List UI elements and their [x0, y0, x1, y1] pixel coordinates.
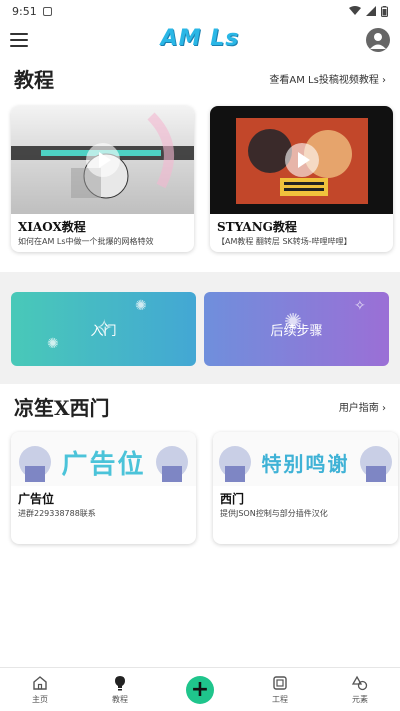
status-icons — [349, 5, 388, 17]
tutorial-card-styang[interactable]: STYANG教程 【AM教程 翻转层 SK转场-哔哩哔哩】 — [210, 106, 393, 252]
community-card-desc: 进群229338788联系 — [18, 509, 96, 518]
add-icon: + — [186, 675, 214, 704]
community-card-title: 广告位 — [18, 492, 55, 506]
user-icon — [370, 33, 386, 49]
community-card-thanks[interactable]: 特别鸣谢 西门 提供JSON控制与部分插件汉化 — [213, 432, 398, 544]
project-icon — [273, 676, 287, 690]
user-guide-link[interactable]: 用户指南 › — [339, 399, 386, 414]
community-card-ad[interactable]: 广告位 广告位 进群229338788联系 — [11, 432, 196, 544]
tutorials-video-link[interactable]: 查看AM Ls投稿视频教程 › — [269, 71, 386, 86]
nav-elements-label: 元素 — [352, 695, 368, 704]
community-title: 凉笙X西门 — [14, 395, 110, 420]
nav-tutorial-label: 教程 — [112, 695, 128, 704]
bottom-nav: 主页 教程 + 工程 元素 — [0, 667, 400, 711]
tutorials-title: 教程 — [14, 67, 54, 92]
next-steps-label: 后续步骤 — [270, 323, 323, 339]
nav-home[interactable]: 主页 — [0, 668, 80, 711]
nav-elements[interactable]: 元素 — [320, 668, 400, 711]
getting-started-button[interactable]: ✺ ✺ ✧ 入门 — [11, 292, 196, 366]
tutorials-header: 教程 查看AM Ls投稿视频教程 › — [0, 64, 400, 92]
sparkle-icon: ✺ — [47, 336, 59, 352]
app-logo: AM Ls — [160, 26, 240, 51]
community-card-title: 西门 — [220, 492, 245, 506]
community-header: 凉笙X西门 用户指南 › — [0, 392, 400, 420]
nav-project-label: 工程 — [272, 695, 288, 704]
app-bar: AM Ls — [0, 22, 400, 58]
avatar[interactable] — [366, 28, 390, 52]
tutorial-card-xiaox[interactable]: XIAOX教程 如何在AM Ls中做一个批爆的网格特效 — [11, 106, 194, 252]
battery-icon — [381, 5, 388, 17]
status-bar: 9:51 — [0, 0, 400, 22]
ad-banner-text: 广告位 — [61, 450, 146, 480]
play-icon[interactable] — [85, 143, 120, 177]
shapes-icon — [351, 675, 368, 691]
thanks-banner-text: 特别鸣谢 — [261, 452, 350, 476]
tutorial-thumbnail — [11, 106, 194, 214]
tutorial-card-desc: 【AM教程 翻转层 SK转场-哔哩哔哩】 — [217, 237, 352, 246]
status-time: 9:51 — [12, 4, 37, 18]
notification-icon — [42, 6, 52, 16]
play-icon[interactable] — [284, 143, 319, 177]
nav-tutorial[interactable]: 教程 — [80, 668, 160, 711]
signal-icon — [366, 6, 376, 16]
tutorial-card-title: STYANG教程 — [217, 220, 297, 234]
wifi-icon — [349, 6, 361, 15]
getting-started-label: 入门 — [90, 323, 117, 339]
sparkle-icon: ✺ — [135, 298, 147, 314]
tutorial-card-title: XIAOX教程 — [18, 220, 86, 234]
tutorial-thumbnail — [210, 106, 393, 214]
home-icon — [33, 676, 47, 690]
tutorial-card-desc: 如何在AM Ls中做一个批爆的网格特效 — [18, 237, 154, 246]
lightbulb-icon — [115, 676, 125, 691]
thanks-banner: 特别鸣谢 — [213, 432, 398, 486]
nav-add[interactable]: + — [160, 668, 240, 711]
next-steps-button[interactable]: ✺ ✧ 后续步骤 — [204, 292, 389, 366]
ad-banner: 广告位 — [11, 432, 196, 486]
community-card-desc: 提供JSON控制与部分插件汉化 — [220, 509, 328, 518]
nav-home-label: 主页 — [32, 695, 48, 704]
sparkle-icon: ✧ — [354, 298, 366, 314]
nav-project[interactable]: 工程 — [240, 668, 320, 711]
